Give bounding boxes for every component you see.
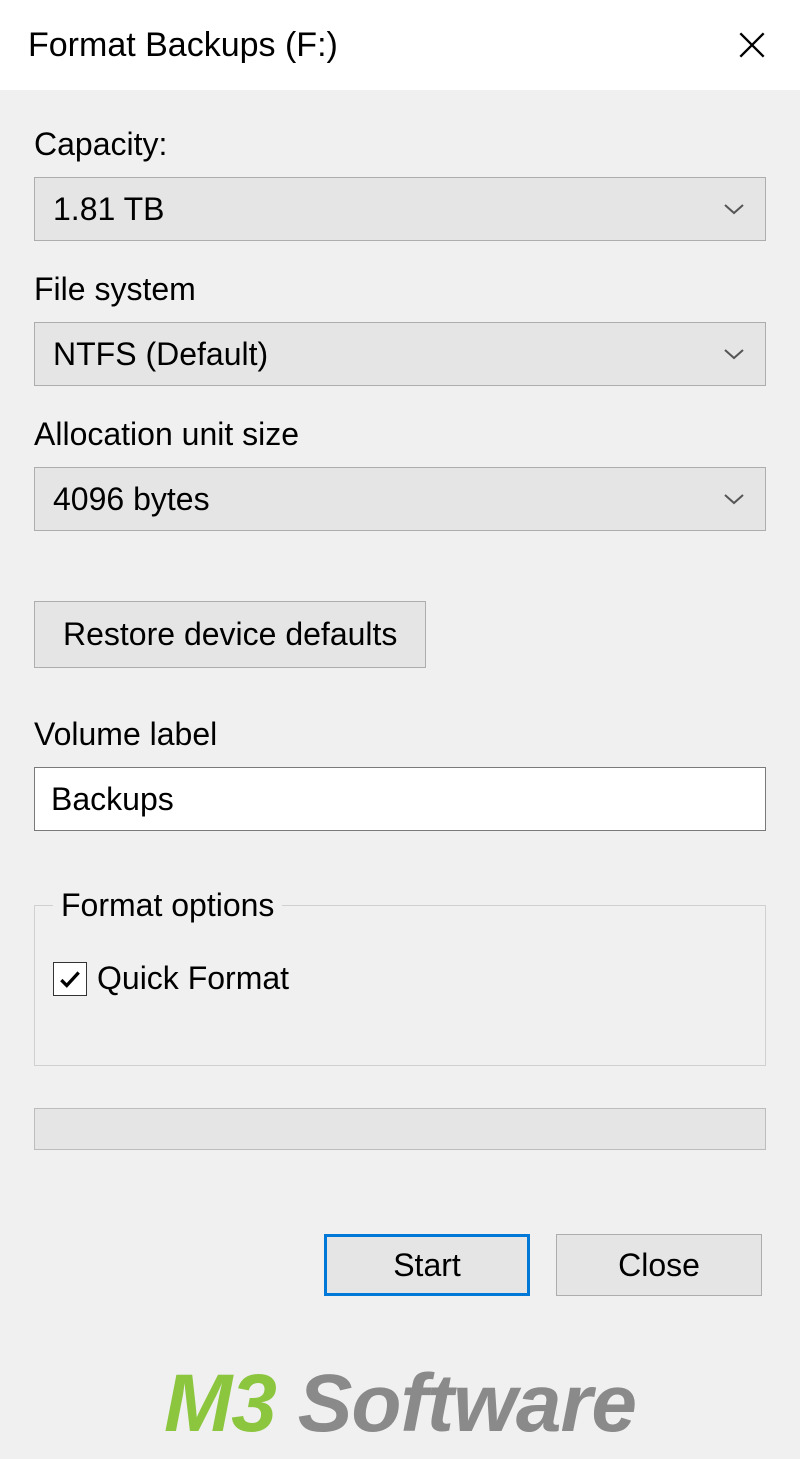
titlebar: Format Backups (F:) [0, 0, 800, 90]
quick-format-label: Quick Format [97, 960, 289, 997]
filesystem-dropdown[interactable]: NTFS (Default) [34, 322, 766, 386]
capacity-label: Capacity: [34, 126, 766, 163]
format-options-fieldset: Format options Quick Format [34, 887, 766, 1066]
allocation-dropdown[interactable]: 4096 bytes [34, 467, 766, 531]
chevron-down-icon [721, 196, 747, 222]
capacity-value: 1.81 TB [53, 191, 721, 228]
chevron-down-icon [721, 486, 747, 512]
quick-format-row: Quick Format [53, 960, 747, 997]
filesystem-group: File system NTFS (Default) [34, 271, 766, 386]
quick-format-checkbox[interactable] [53, 962, 87, 996]
restore-defaults-button[interactable]: Restore device defaults [34, 601, 426, 668]
start-button[interactable]: Start [324, 1234, 530, 1296]
allocation-group: Allocation unit size 4096 bytes [34, 416, 766, 531]
button-row: Start Close [34, 1234, 766, 1296]
restore-row: Restore device defaults [34, 601, 766, 668]
capacity-dropdown[interactable]: 1.81 TB [34, 177, 766, 241]
allocation-value: 4096 bytes [53, 481, 721, 518]
volume-label-input[interactable] [34, 767, 766, 831]
capacity-group: Capacity: 1.81 TB [34, 126, 766, 241]
chevron-down-icon [721, 341, 747, 367]
allocation-label: Allocation unit size [34, 416, 766, 453]
volume-label: Volume label [34, 716, 766, 753]
dialog-title: Format Backups (F:) [28, 26, 338, 65]
dialog-body: Capacity: 1.81 TB File system NTFS (Defa… [0, 90, 800, 1459]
close-button[interactable]: Close [556, 1234, 762, 1296]
close-icon[interactable] [732, 25, 772, 65]
volume-group: Volume label [34, 716, 766, 831]
progress-bar [34, 1108, 766, 1150]
format-options-legend: Format options [53, 887, 282, 924]
format-dialog: Format Backups (F:) Capacity: 1.81 TB Fi… [0, 0, 800, 1459]
filesystem-label: File system [34, 271, 766, 308]
filesystem-value: NTFS (Default) [53, 336, 721, 373]
